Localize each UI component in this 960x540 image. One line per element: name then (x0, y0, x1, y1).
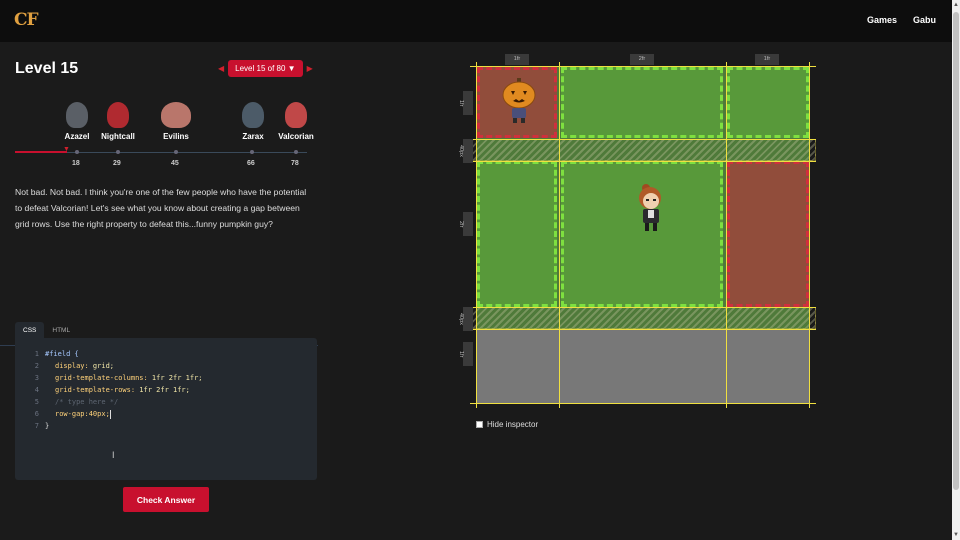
target-cell-green (561, 67, 723, 138)
grid-line (476, 62, 477, 408)
pumpkin-enemy-sprite (502, 78, 536, 123)
line-number: 4 (34, 386, 39, 394)
boss-valcorian: Valcorian (276, 102, 316, 141)
grid-line (726, 62, 727, 408)
story-text: Not bad. Not bad. I think you're one of … (15, 187, 307, 229)
code-comment: /* type here */ (55, 398, 119, 406)
boss-name: Azazel (64, 132, 90, 141)
level-navigation: ◀ Level 15 of 80 ▼ ▶ (218, 60, 313, 77)
line-number: 7 (34, 422, 39, 430)
scroll-up-arrow-icon[interactable]: ▲ (952, 0, 960, 10)
tab-html[interactable]: HTML (44, 322, 78, 339)
boss-level-number: 66 (247, 160, 255, 167)
code-closing-brace: } (45, 422, 50, 430)
page-scrollbar[interactable]: ▲ ▼ (952, 0, 960, 540)
column-size-label: 1fr (755, 54, 779, 65)
boss-level-number: 45 (171, 160, 179, 167)
row-size-label: 2fr (458, 212, 473, 236)
next-level-arrow-icon[interactable]: ▶ (307, 64, 313, 73)
progress-tick (250, 150, 254, 154)
code-property: grid-template-rows: (55, 386, 136, 394)
boss-nightcall-avatar (107, 102, 129, 128)
target-cell-green (477, 161, 557, 307)
code-value: grid; (88, 362, 115, 370)
hide-inspector-toggle[interactable]: Hide inspector (476, 420, 538, 429)
column-size-label: 2fr (630, 54, 654, 65)
line-number: 5 (34, 398, 39, 406)
progress-tick (294, 150, 298, 154)
boss-valcorian-avatar (285, 102, 307, 128)
tab-css[interactable]: CSS (15, 322, 45, 339)
level-selector-dropdown[interactable]: Level 15 of 80 ▼ (228, 60, 303, 77)
grid-line (470, 139, 816, 140)
row-gap-band (470, 139, 816, 161)
grid-line (470, 329, 816, 330)
boss-name: Zarax (242, 132, 264, 141)
hide-inspector-label: Hide inspector (487, 420, 539, 429)
row-gap-band (470, 307, 816, 329)
grid-line (470, 161, 816, 162)
progress-fill (15, 151, 67, 153)
boss-name: Nightcall (101, 132, 135, 141)
row-size-label: 40px (458, 307, 473, 331)
boss-zarax-avatar (242, 102, 264, 128)
line-number: 2 (34, 362, 39, 370)
nav-user-link[interactable]: Gabu (913, 15, 936, 25)
code-user-input[interactable]: row-gap:40px; (55, 410, 110, 418)
target-cell-red (727, 161, 809, 307)
level-title: Level 15 (15, 60, 79, 77)
boss-azazel: Azazel (62, 102, 92, 141)
boss-name: Valcorian (278, 132, 314, 141)
line-number: 6 (34, 410, 39, 418)
row-size-label: 40px (458, 139, 473, 163)
hide-inspector-checkbox[interactable] (476, 421, 483, 428)
current-level-marker-icon: ▼ (63, 146, 70, 153)
boss-evilins: Evilins (158, 102, 194, 141)
grid-line (559, 62, 560, 408)
grid-line (470, 66, 816, 67)
scroll-down-arrow-icon[interactable]: ▼ (952, 530, 960, 540)
editor-tabs: CSS HTML (15, 322, 78, 339)
text-cursor-icon: I (112, 450, 115, 460)
nav-games-link[interactable]: Games (867, 15, 897, 25)
text-caret (109, 409, 111, 419)
code-value: 1fr 2fr 1fr; (135, 386, 190, 394)
code-property: display: (55, 362, 89, 370)
player-character-sprite (639, 184, 661, 231)
boss-zarax: Zarax (238, 102, 268, 141)
boss-level-number: 18 (72, 160, 80, 167)
row-size-label: 1fr (458, 91, 473, 115)
boss-name: Evilins (163, 132, 189, 141)
grid-line (470, 403, 816, 404)
boss-evilins-avatar (161, 102, 191, 128)
grid-line (809, 62, 810, 408)
check-answer-button[interactable]: Check Answer (123, 487, 209, 512)
target-cell-green (727, 67, 809, 138)
top-nav: Games Gabu (867, 15, 936, 25)
scrollbar-thumb[interactable] (953, 12, 959, 490)
column-size-label: 1fr (505, 54, 529, 65)
progress-tick (75, 150, 79, 154)
row-size-label: 1fr (458, 342, 473, 366)
boss-level-number: 29 (113, 160, 121, 167)
boss-azazel-avatar (66, 102, 88, 128)
code-value: 1fr 2fr 1fr; (147, 374, 203, 382)
progress-tick (174, 150, 178, 154)
code-property: grid-template-columns: (55, 374, 148, 382)
prev-level-arrow-icon[interactable]: ◀ (218, 64, 224, 73)
boss-level-number: 78 (291, 160, 299, 167)
site-logo[interactable]: CF (14, 10, 39, 30)
progress-tick (116, 150, 120, 154)
line-number: 1 (34, 350, 39, 358)
code-selector: #field { (45, 350, 79, 358)
css-code-editor[interactable]: 1 #field { 2 display: grid; 3 grid-templ… (15, 338, 317, 480)
boss-nightcall: Nightcall (98, 102, 138, 141)
top-bar: CF Games Gabu (0, 0, 952, 42)
grid-line (470, 307, 816, 308)
line-number: 3 (34, 374, 39, 382)
